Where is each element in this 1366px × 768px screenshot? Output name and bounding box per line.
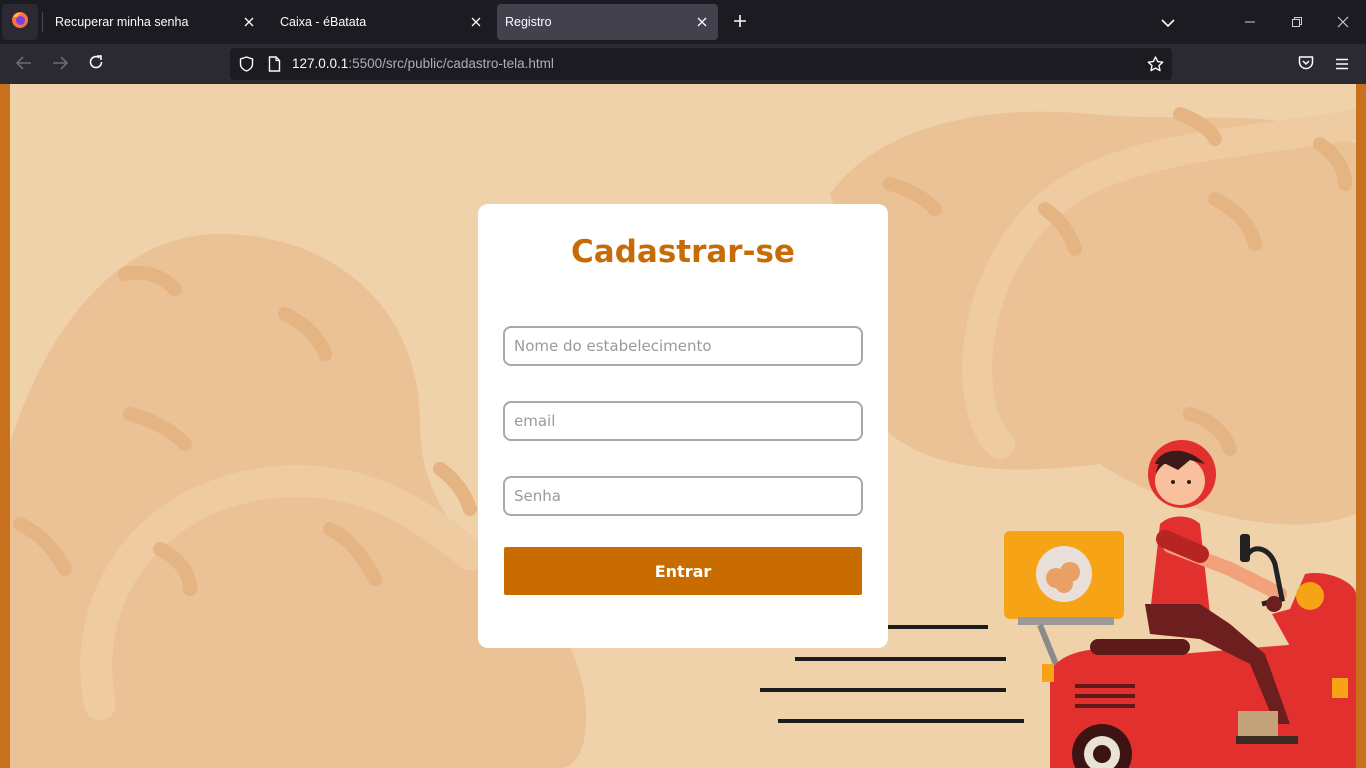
window-close-button[interactable] — [1329, 8, 1357, 36]
bookmark-star-icon[interactable] — [1144, 54, 1166, 74]
tab-title: Recuperar minha senha — [55, 15, 189, 29]
navigation-toolbar: 127.0.0.1:5500/src/public/cadastro-tela.… — [0, 44, 1366, 84]
restore-button[interactable] — [1283, 8, 1311, 36]
page-title: Cadastrar-se — [571, 234, 795, 270]
forward-icon — [52, 55, 69, 74]
forward-button[interactable] — [46, 50, 74, 78]
address-bar[interactable]: 127.0.0.1:5500/src/public/cadastro-tela.… — [230, 48, 1172, 80]
page-frame-left — [0, 84, 10, 768]
url-text[interactable]: 127.0.0.1:5500/src/public/cadastro-tela.… — [292, 56, 554, 71]
url-host: 127.0.0.1 — [292, 56, 349, 71]
new-tab-button[interactable] — [726, 8, 754, 36]
back-button[interactable] — [10, 50, 38, 78]
submit-button[interactable]: Entrar — [504, 547, 862, 595]
tab-list-icon — [1161, 13, 1175, 32]
establishment-name-field[interactable] — [503, 326, 863, 366]
email-field[interactable] — [503, 401, 863, 441]
pocket-icon — [1298, 55, 1314, 74]
page-viewport: Cadastrar-se Entrar — [0, 84, 1366, 768]
firefox-logo-icon — [11, 11, 29, 33]
tab-bar: Recuperar minha senha Caixa - éBatata Re… — [0, 0, 1366, 44]
window-close-icon — [1337, 13, 1349, 32]
tab-title: Caixa - éBatata — [280, 15, 367, 29]
page-frame-right — [1356, 84, 1366, 768]
menu-icon — [1335, 55, 1349, 74]
reload-button[interactable] — [82, 50, 110, 78]
reload-icon — [88, 54, 104, 74]
tab-caixa[interactable]: Caixa - éBatata — [268, 4, 492, 40]
close-icon[interactable] — [464, 10, 488, 34]
back-icon — [15, 55, 32, 74]
page-icon[interactable] — [264, 54, 284, 74]
registration-card: Cadastrar-se Entrar — [478, 204, 888, 648]
url-path: :5500/src/public/cadastro-tela.html — [348, 56, 554, 71]
minimize-icon — [1244, 13, 1256, 32]
app-menu-button[interactable] — [1328, 50, 1356, 78]
new-tab-icon — [733, 13, 747, 32]
shield-icon[interactable] — [236, 54, 256, 74]
tab-recuperar-senha[interactable]: Recuperar minha senha — [43, 4, 265, 40]
pocket-button[interactable] — [1292, 50, 1320, 78]
tab-list-button[interactable] — [1154, 8, 1182, 36]
tab-title: Registro — [505, 15, 552, 29]
close-icon[interactable] — [237, 10, 261, 34]
restore-icon — [1291, 13, 1303, 32]
minimize-button[interactable] — [1236, 8, 1264, 36]
password-field[interactable] — [503, 476, 863, 516]
close-icon[interactable] — [690, 10, 714, 34]
firefox-menu-button[interactable] — [2, 4, 38, 40]
tab-registro[interactable]: Registro — [497, 4, 718, 40]
